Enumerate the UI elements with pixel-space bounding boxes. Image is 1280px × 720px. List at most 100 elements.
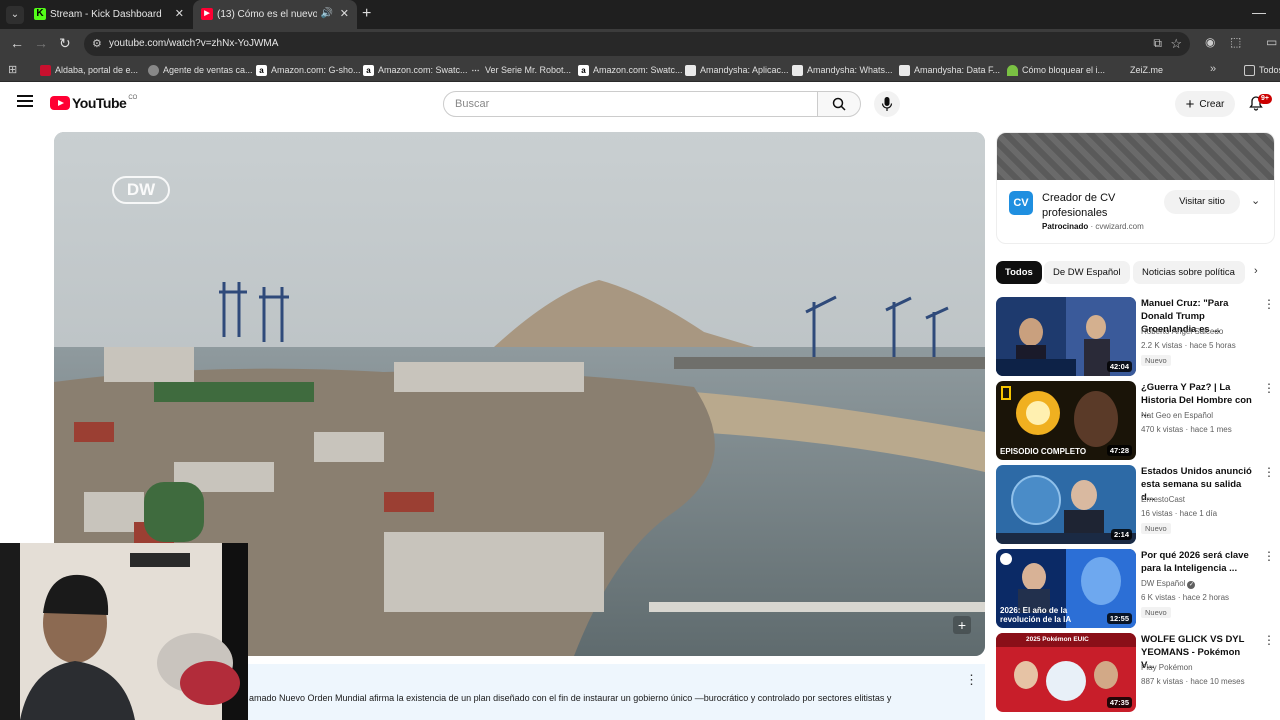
amazon-icon: a (578, 64, 589, 76)
youtube-play-icon (50, 96, 70, 110)
filter-chips: Todos De DW Español Noticias sobre polít… (996, 261, 1280, 285)
bookmark-label: Agente de ventas ca... (163, 65, 253, 75)
visit-site-button[interactable]: Visitar sitio (1164, 190, 1240, 214)
create-button[interactable]: + Crear (1175, 91, 1235, 117)
new-tab-button[interactable]: + (362, 5, 371, 23)
bookmark-favicon-icon (899, 64, 910, 76)
bookmark-item[interactable]: a Amazon.com: Swatc... (363, 59, 468, 81)
bookmark-label: ZeiZ.me (1130, 65, 1164, 75)
tab-search-icon[interactable]: ⌄ (6, 6, 24, 24)
channel-name[interactable]: Nat Geo en Español (1141, 411, 1213, 420)
tab-close-icon[interactable]: ✕ (340, 7, 349, 20)
forward-icon[interactable]: → (34, 35, 48, 51)
video-duration: 47:35 (1106, 697, 1132, 708)
voice-search-button[interactable] (874, 91, 900, 117)
search-button[interactable] (817, 91, 861, 117)
recommended-video[interactable]: EPISODIO COMPLETO 47:28 ¿Guerra Y Paz? |… (996, 381, 1280, 461)
browser-tab-bar: ⌄ K Stream - Kick Dashboard ✕ ▶ (13) Cóm… (0, 0, 1280, 29)
tab-kick-dashboard[interactable]: K Stream - Kick Dashboard ✕ (26, 0, 192, 29)
bookmark-label: Amandysha: Data F... (914, 65, 1001, 75)
webcam-person-image (0, 543, 248, 720)
bookmark-item[interactable]: Amandysha: Whats... (792, 59, 893, 81)
more-options-icon[interactable]: ⋮ (1263, 633, 1275, 647)
recommended-video[interactable]: 2026: El año de la revolución de la IA 1… (996, 549, 1280, 629)
recommended-video[interactable]: 2:14 Estados Unidos anunció esta semana … (996, 465, 1280, 545)
channel-name[interactable]: DW Español ✓ (1141, 579, 1196, 589)
extensions-puzzle-icon[interactable]: ⬚ (1230, 35, 1241, 49)
bookmark-label: Amandysha: Aplicac... (700, 65, 789, 75)
more-options-icon[interactable]: ⋮ (1263, 381, 1275, 395)
amazon-icon: a (363, 64, 374, 76)
install-app-icon[interactable]: ⧉ (1153, 36, 1162, 51)
bookmark-item[interactable]: Agente de ventas ca... (148, 59, 253, 81)
bookmark-star-icon[interactable]: ☆ (1170, 36, 1182, 52)
ad-banner-image (997, 133, 1274, 180)
video-thumbnail[interactable]: 2026: El año de la revolución de la IA 1… (996, 549, 1136, 628)
recommended-video[interactable]: 2025 Pokémon EUIC 47:35 WOLFE GLICK VS D… (996, 633, 1280, 713)
logo-text: YouTube (72, 95, 127, 111)
sidebar-icon[interactable]: ▭ (1266, 35, 1277, 49)
verified-check-icon: ✓ (1187, 581, 1196, 589)
bookmarks-folder[interactable]: Todos (1244, 59, 1280, 81)
dw-watermark: DW (112, 176, 170, 204)
search-input[interactable]: Buscar (443, 91, 818, 117)
video-thumbnail[interactable]: 42:04 (996, 297, 1136, 376)
more-options-icon[interactable]: ⋮ (1263, 465, 1275, 479)
tab-youtube[interactable]: ▶ (13) Cómo es el nuevo orde 🔊 ✕ (193, 0, 357, 29)
chevron-right-icon[interactable]: › (1254, 265, 1258, 277)
folder-icon (1244, 64, 1255, 76)
menu-icon[interactable] (17, 95, 33, 107)
bookmark-item[interactable]: a Amazon.com: Swatc... (578, 59, 683, 81)
youtube-header: YouTube CO Buscar + Crear (0, 83, 1280, 125)
sponsored-label: Patrocinado (1042, 222, 1089, 231)
video-thumbnail[interactable]: EPISODIO COMPLETO 47:28 (996, 381, 1136, 460)
bookmark-item[interactable]: Cómo bloquear el i... (1007, 59, 1105, 81)
bookmark-item[interactable]: ZeiZ.me (1130, 59, 1163, 81)
video-thumbnail[interactable]: 2025 Pokémon EUIC 47:35 (996, 633, 1136, 712)
youtube-logo[interactable]: YouTube CO (50, 95, 137, 111)
more-options-icon[interactable]: ⋮ (1263, 297, 1275, 311)
kick-favicon-icon: K (34, 8, 46, 20)
bookmark-item[interactable]: Aldaba, portal de e... (40, 59, 138, 81)
bookmark-favicon-icon (1007, 64, 1018, 76)
channel-name[interactable]: ErnestoCast (1141, 495, 1185, 504)
site-info-icon[interactable]: ⚙ (92, 37, 102, 50)
notification-badge: 9+ (1258, 94, 1272, 104)
bookmark-item[interactable]: Amandysha: Data F... (899, 59, 1000, 81)
back-icon[interactable]: ← (10, 35, 24, 51)
video-meta: 887 k vistas · hace 10 meses (1141, 677, 1245, 686)
streamer-webcam-overlay (0, 543, 248, 720)
address-bar[interactable]: ⚙ youtube.com/watch?v=zhNx-YoJWMA ⧉ ☆ (84, 32, 1190, 56)
window-minimize-icon[interactable]: — (1252, 4, 1266, 20)
reload-icon[interactable]: ↻ (59, 35, 71, 52)
sponsored-ad-card[interactable]: CV Creador de CV profesionales Patrocina… (996, 132, 1275, 244)
youtube-favicon-icon: ▶ (201, 8, 213, 20)
chip-dw-espanol[interactable]: De DW Español (1044, 261, 1130, 284)
more-options-icon[interactable]: ⋮ (1263, 549, 1275, 563)
expand-icon[interactable]: + (953, 616, 971, 634)
video-thumbnail[interactable]: 2:14 (996, 465, 1136, 544)
more-options-icon[interactable]: ⋮ (965, 672, 978, 688)
chip-noticias-politica[interactable]: Noticias sobre política (1133, 261, 1245, 284)
video-title[interactable]: Por qué 2026 será clave para la Intelige… (1141, 549, 1253, 575)
bookmark-label: Amazon.com: G-sho... (271, 65, 361, 75)
channel-name[interactable]: Play Pokémon (1141, 663, 1193, 672)
video-description-preview[interactable]: amado Nuevo Orden Mundial afirma la exis… (248, 664, 985, 720)
extension-icon[interactable]: ◉ (1205, 35, 1215, 49)
recommended-video[interactable]: 42:04 Manuel Cruz: "Para Donald Trump Gr… (996, 297, 1280, 377)
bookmark-item[interactable]: ⋯ Ver Serie Mr. Robot... (470, 59, 571, 81)
search-icon (832, 97, 846, 111)
bookmark-item[interactable]: Amandysha: Aplicac... (685, 59, 789, 81)
chip-todos[interactable]: Todos (996, 261, 1042, 284)
audio-playing-icon[interactable]: 🔊 (321, 8, 333, 19)
bookmark-label: Amazon.com: Swatc... (593, 65, 683, 75)
bookmark-favicon-icon (148, 64, 159, 76)
amazon-icon: a (256, 64, 267, 76)
channel-name[interactable]: Roberto Ángel Salcedo (1141, 327, 1223, 336)
apps-grid-icon[interactable]: ⊞ (8, 63, 17, 76)
tab-title: Stream - Kick Dashboard (50, 9, 162, 20)
more-bookmarks-icon[interactable]: » (1210, 63, 1216, 75)
tab-close-icon[interactable]: ✕ (175, 7, 184, 20)
chevron-down-icon[interactable]: ⌄ (1251, 194, 1260, 207)
bookmark-item[interactable]: a Amazon.com: G-sho... (256, 59, 361, 81)
